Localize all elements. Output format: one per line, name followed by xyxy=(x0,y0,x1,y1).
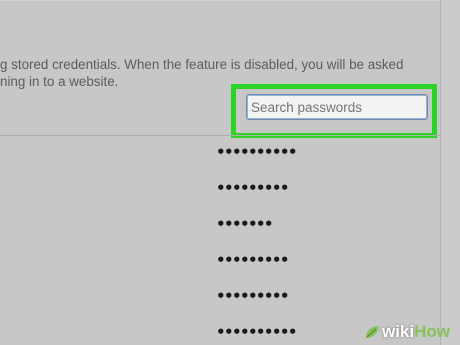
password-row-3[interactable]: ••••••• xyxy=(216,217,274,232)
password-row-4[interactable]: ••••••••• xyxy=(216,253,289,268)
wikihow-watermark: wiki How xyxy=(364,319,450,345)
description-line-1: g stored credentials. When the feature i… xyxy=(0,57,404,72)
settings-page: g stored credentials. When the feature i… xyxy=(0,0,460,345)
watermark-wiki: wiki xyxy=(381,322,415,341)
list-header-divider xyxy=(0,135,440,136)
watermark-how: How xyxy=(414,322,450,341)
search-passwords-input[interactable] xyxy=(246,94,428,120)
top-divider xyxy=(0,0,440,1)
scroll-gutter[interactable] xyxy=(441,0,460,345)
password-row-1[interactable]: •••••••••• xyxy=(216,145,297,160)
password-row-6[interactable]: •••••••••• xyxy=(216,325,297,340)
password-row-2[interactable]: ••••••••• xyxy=(216,181,289,196)
wikihow-leaf-icon xyxy=(364,324,380,340)
password-row-5[interactable]: ••••••••• xyxy=(216,289,289,304)
